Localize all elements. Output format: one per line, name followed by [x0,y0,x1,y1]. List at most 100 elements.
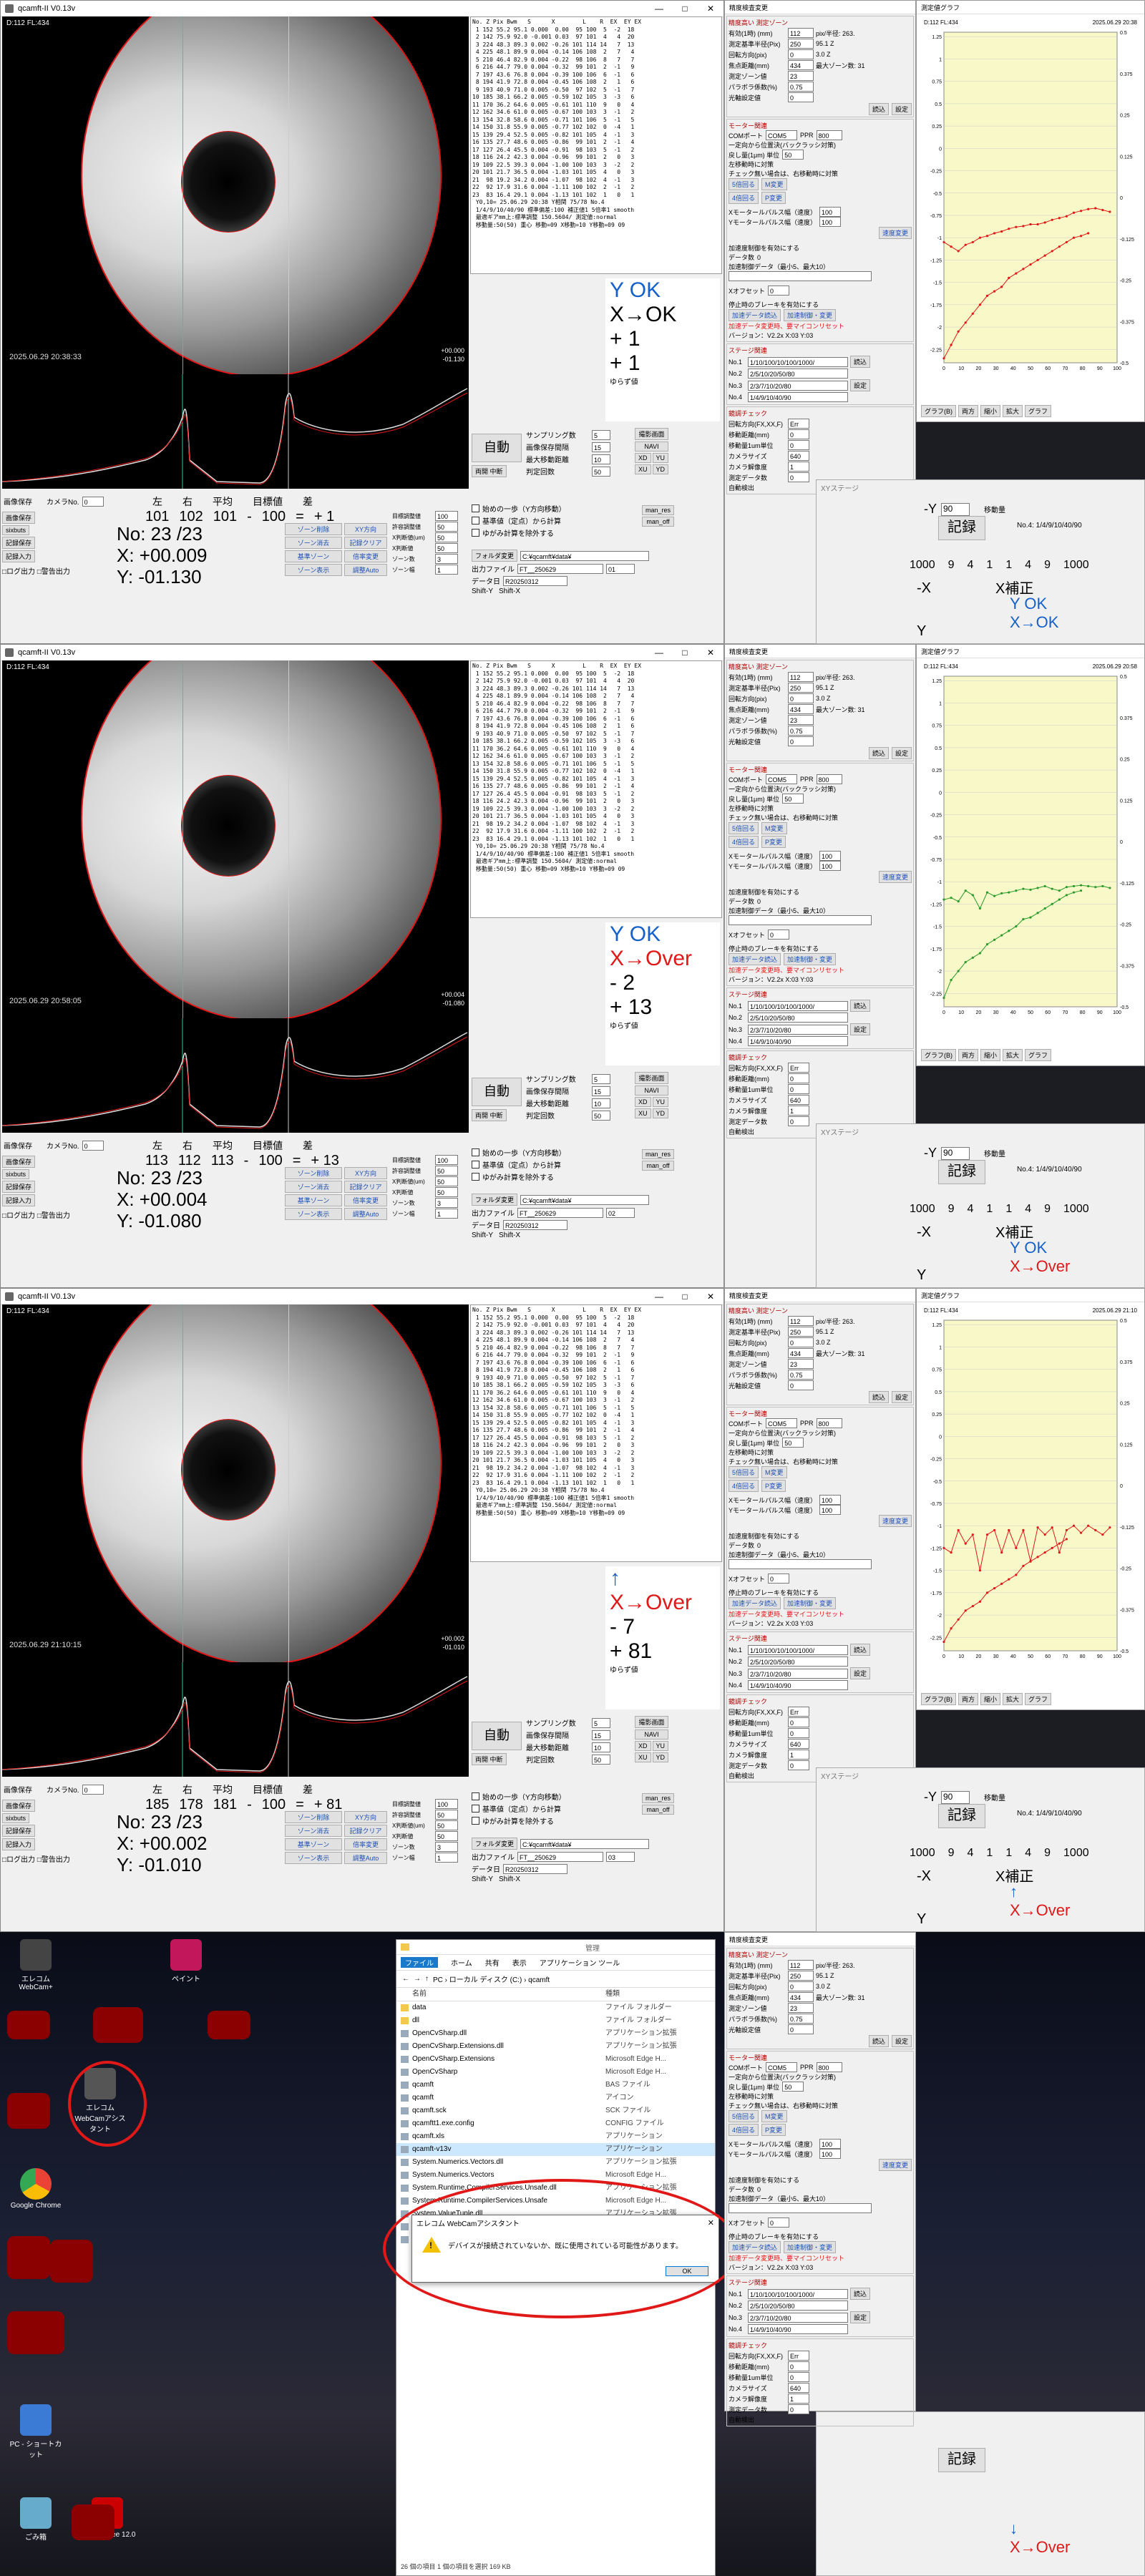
desktop-icon[interactable]: ペイント [157,1939,215,1984]
camera-param-input[interactable]: 640 [788,1739,809,1749]
checkbox-icon[interactable] [472,504,479,512]
turn5-button[interactable]: 5倍回る [729,178,759,190]
zone-param-input[interactable]: 23 [788,71,814,81]
accel-change-button[interactable]: 加速制御・変更 [784,1597,837,1609]
move-step[interactable]: 1000 [910,559,935,572]
sampling-input[interactable]: 10 [592,1742,610,1752]
camera-param-input[interactable]: 640 [788,2383,809,2393]
graph-button[interactable]: グラフ(B) [921,1693,956,1705]
auto-button[interactable]: 自動 [472,1722,522,1750]
move-step[interactable]: 1 [986,1203,993,1216]
window-close-icon[interactable]: ✕ [698,1292,723,1302]
accel-data-input[interactable] [729,1559,872,1569]
mirror-param-input[interactable]: 0 [788,1728,809,1738]
sampling-input[interactable]: 10 [592,454,610,464]
xu-button[interactable]: XU [635,1752,651,1762]
mirror-param-input[interactable]: Err [788,1707,809,1717]
auto-adjust-button[interactable]: 調整Auto [344,564,387,576]
accel-read-button[interactable]: 加速データ読込 [729,1597,781,1609]
accel-checkbox[interactable]: 加速度制御を有効にする [729,2175,912,2185]
turn5-button[interactable]: 5倍回る [729,2110,759,2122]
minus-y-input[interactable]: 90 [941,1790,970,1804]
motor-y-input[interactable]: 100 [819,217,842,227]
param-input[interactable]: 3 [435,554,458,564]
ppr-input[interactable]: 800 [816,774,842,784]
zone-set-button[interactable]: 設定 [891,1391,912,1403]
backlash-input[interactable]: 50 [782,2082,804,2092]
accel-change-button[interactable]: 加速制御・変更 [784,953,837,965]
brake-checkbox[interactable]: 停止時のブレーキを有効にする [729,2232,912,2241]
record-button[interactable]: 記録 [938,516,985,540]
magnification-button[interactable]: 倍率変更 [344,550,387,562]
navi-button[interactable]: NAVI [635,1085,669,1096]
image-save-button[interactable]: 画像保存 [2,512,36,524]
motor-x-input[interactable]: 100 [819,1495,842,1505]
maximize-icon[interactable]: □ [672,1292,698,1302]
graph-button[interactable]: 両方 [958,405,979,417]
stage-read-button[interactable]: 読込 [850,356,871,368]
sampling-input[interactable]: 50 [592,1110,610,1121]
sampling-input[interactable]: 50 [592,466,610,477]
x-offset-input[interactable]: 0 [768,930,790,940]
up-arrow-icon[interactable]: ↑ [425,1975,429,1983]
record-input-button[interactable]: 記録入力 [2,1838,36,1850]
param-input[interactable]: 3 [435,1198,458,1208]
start-stop-button[interactable]: 両開 中断 [472,1753,507,1765]
graph-button[interactable]: グラフ [1025,1693,1052,1705]
camera-no-input[interactable]: 0 [82,496,104,507]
mirror-param-input[interactable]: 0 [788,440,809,450]
forward-arrow-icon[interactable]: → [414,1975,421,1983]
move-step[interactable]: 9 [1044,1203,1051,1216]
shift-y-checkbox[interactable]: Shift-Y [472,587,493,595]
move-step[interactable]: 4 [968,559,974,572]
zone-button[interactable]: ゾーン削除 [285,1811,342,1823]
camera-param-input[interactable]: 0 [788,1760,809,1770]
param-input[interactable]: 50 [435,543,458,553]
zone-set-button[interactable]: 設定 [891,2035,912,2047]
zone-param-input[interactable]: 112 [788,672,814,682]
speed-change-button[interactable]: 速度変更 [878,871,912,883]
yu-button[interactable]: YU [652,453,669,463]
output-file-input[interactable]: FT__250629 [517,1207,603,1218]
backlash-input[interactable]: 50 [782,794,804,804]
checkbox-icon[interactable] [472,1805,479,1813]
sixbuts-button[interactable]: sixbuts [2,1169,30,1179]
com-port-input[interactable]: COM5 [766,2062,797,2072]
move-step[interactable]: 1 [1005,559,1012,572]
base-zone-button[interactable]: 基準ゾーン [285,550,342,562]
navi-button[interactable]: NAVI [635,441,669,452]
mirror-param-input[interactable]: Err [788,2351,809,2361]
accel-data-input[interactable] [729,915,872,925]
shift-y-checkbox[interactable]: Shift-Y [472,1231,493,1239]
shift-x-checkbox[interactable]: Shift-X [499,1875,520,1883]
file-row[interactable]: qcamft.sck SCK ファイル [396,2104,715,2117]
stage-read-button[interactable]: 読込 [850,1644,871,1656]
move-step[interactable]: 1000 [1063,1203,1089,1216]
motor-y-input[interactable]: 100 [819,2149,842,2159]
com-port-input[interactable]: COM5 [766,774,797,784]
backlash-checkbox[interactable]: 一定向から位置決(バックラッシ対策) [729,784,912,794]
move-step[interactable]: 9 [1044,1847,1051,1860]
graph-button[interactable]: グラフ(B) [921,405,956,417]
backlash-checkbox[interactable]: 一定向から位置決(バックラッシ対策) [729,140,912,150]
log-output-checkbox[interactable]: □ログ出力 □警告出力 [2,565,117,576]
folder-change-button[interactable]: フォルダ変更 [472,1194,518,1206]
auto-detect-checkbox[interactable]: 自動検出 [729,2415,912,2424]
image-save-button[interactable]: 画像保存 [2,1800,36,1812]
xd-button[interactable]: XD [635,453,651,463]
file-no-input[interactable]: 01 [606,563,635,574]
accel-data-input[interactable] [729,2203,872,2213]
x-offset-input[interactable]: 0 [768,2218,790,2228]
folder-path-input[interactable]: C:¥qcamft¥data¥ [520,550,650,561]
zone-param-input[interactable]: 0 [788,1337,814,1347]
param-input[interactable]: 50 [435,522,458,532]
zone-set-button[interactable]: 設定 [891,747,912,759]
brake-checkbox[interactable]: 停止時のブレーキを有効にする [729,300,912,309]
move-step[interactable]: 4 [968,1203,974,1216]
shift-y-checkbox[interactable]: Shift-Y [472,1875,493,1883]
sampling-input[interactable]: 15 [592,441,610,452]
stage-preset-input[interactable]: 2/3/7/10/20/80 [748,2312,848,2323]
record-clear-button[interactable]: 記録クリア [344,537,387,549]
graph-button[interactable]: 拡大 [1003,1693,1023,1705]
minus-y-input[interactable]: 90 [941,502,970,516]
